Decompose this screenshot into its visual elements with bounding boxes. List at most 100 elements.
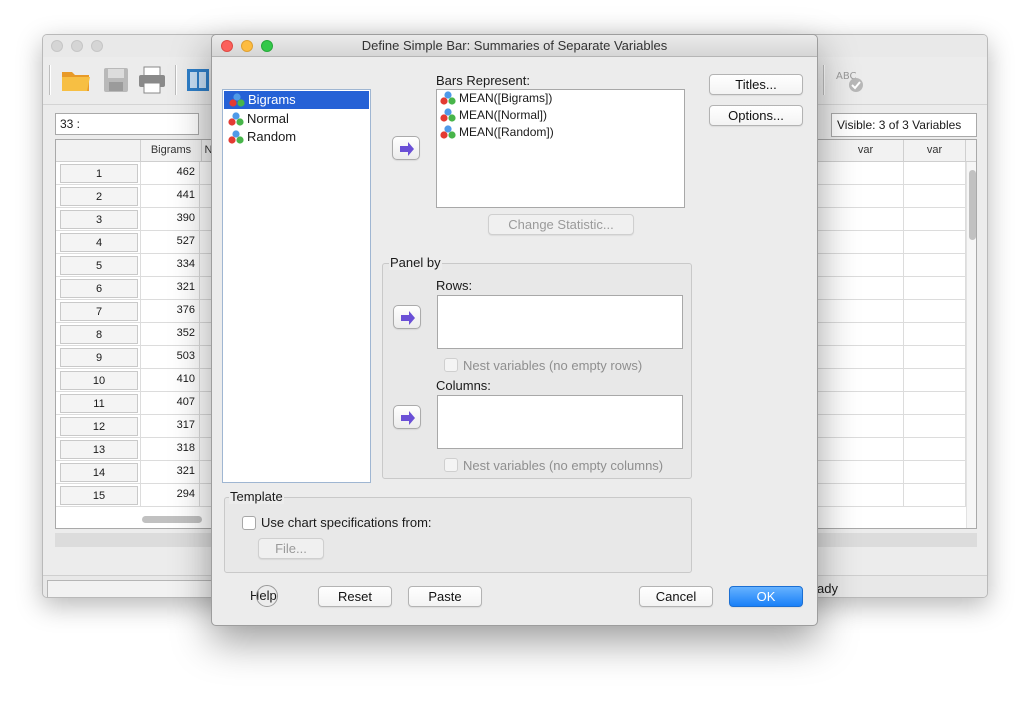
row-number[interactable]: 7 (60, 302, 138, 321)
data-cell[interactable] (904, 231, 966, 254)
row-number[interactable]: 6 (60, 279, 138, 298)
data-cell[interactable]: 318 (140, 438, 200, 461)
data-cell[interactable]: 321 (140, 461, 200, 484)
source-variable-list[interactable]: Bigrams Normal Random (222, 89, 371, 483)
row-number[interactable]: 14 (60, 463, 138, 482)
data-cell[interactable] (828, 208, 904, 231)
data-cell[interactable] (828, 415, 904, 438)
data-cell[interactable] (904, 185, 966, 208)
row-number[interactable]: 13 (60, 440, 138, 459)
row-number[interactable]: 2 (60, 187, 138, 206)
bars-item[interactable]: MEAN([Random]) (437, 124, 684, 141)
row-number[interactable]: 1 (60, 164, 138, 183)
data-cell[interactable]: 317 (140, 415, 200, 438)
cell-reference-field[interactable]: 33 : (55, 113, 199, 135)
data-cell[interactable] (828, 438, 904, 461)
row-number[interactable]: 4 (60, 233, 138, 252)
spell-check-icon[interactable]: ABC (833, 63, 867, 97)
row-number[interactable]: 12 (60, 417, 138, 436)
close-window-button[interactable] (51, 40, 63, 52)
data-cell[interactable] (828, 346, 904, 369)
paste-button[interactable]: Paste (408, 586, 482, 607)
vertical-scrollbar[interactable] (966, 162, 976, 528)
nest-columns-checkbox[interactable] (444, 458, 458, 472)
help-button[interactable]: Help (250, 585, 278, 607)
data-cell[interactable] (904, 208, 966, 231)
data-cell[interactable]: 410 (140, 369, 200, 392)
data-cell[interactable] (828, 162, 904, 185)
column-header-var[interactable]: var (828, 140, 904, 162)
data-cell[interactable] (828, 185, 904, 208)
data-cell[interactable] (904, 392, 966, 415)
ok-button[interactable]: OK (729, 586, 803, 607)
row-number[interactable]: 5 (60, 256, 138, 275)
scroll-thumb[interactable] (969, 170, 976, 240)
titles-button[interactable]: Titles... (709, 74, 803, 95)
dialog-close-button[interactable] (221, 40, 233, 52)
dialog-minimize-button[interactable] (241, 40, 253, 52)
variable-item-random[interactable]: Random (223, 128, 370, 146)
variable-item-bigrams[interactable]: Bigrams (224, 91, 369, 109)
columns-list[interactable] (437, 395, 683, 449)
row-number[interactable]: 15 (60, 486, 138, 505)
move-to-bars-button[interactable] (392, 136, 420, 160)
move-to-columns-button[interactable] (393, 405, 421, 429)
data-cell[interactable]: 441 (140, 185, 200, 208)
data-cell[interactable] (904, 346, 966, 369)
row-number[interactable]: 10 (60, 371, 138, 390)
row-number[interactable]: 9 (60, 348, 138, 367)
data-cell[interactable] (828, 300, 904, 323)
column-header-bigrams[interactable]: Bigrams (140, 140, 202, 162)
data-cell[interactable] (904, 461, 966, 484)
data-cell[interactable]: 407 (140, 392, 200, 415)
data-cell[interactable]: 334 (140, 254, 200, 277)
bars-item[interactable]: MEAN([Normal]) (437, 107, 684, 124)
data-cell[interactable]: 503 (140, 346, 200, 369)
data-cell[interactable] (828, 323, 904, 346)
row-number[interactable]: 11 (60, 394, 138, 413)
data-cell[interactable] (904, 438, 966, 461)
save-icon[interactable] (99, 63, 133, 97)
data-cell[interactable] (904, 369, 966, 392)
nest-rows-checkbox[interactable] (444, 358, 458, 372)
data-cell[interactable]: 390 (140, 208, 200, 231)
data-cell[interactable] (828, 254, 904, 277)
data-cell[interactable] (828, 392, 904, 415)
data-cell[interactable] (828, 369, 904, 392)
horizontal-scroll-thumb[interactable] (142, 516, 202, 523)
data-cell[interactable] (828, 461, 904, 484)
print-icon[interactable] (135, 63, 169, 97)
file-button[interactable]: File... (258, 538, 324, 559)
data-cell[interactable]: 352 (140, 323, 200, 346)
open-folder-icon[interactable] (59, 63, 93, 97)
data-cell[interactable]: 376 (140, 300, 200, 323)
data-cell[interactable] (904, 415, 966, 438)
data-cell[interactable]: 462 (140, 162, 200, 185)
dialog-zoom-button[interactable] (261, 40, 273, 52)
use-chart-spec-checkbox[interactable] (242, 516, 256, 530)
data-cell[interactable] (828, 484, 904, 507)
data-cell[interactable] (904, 277, 966, 300)
row-number[interactable]: 8 (60, 325, 138, 344)
variable-item-normal[interactable]: Normal (223, 110, 370, 128)
data-cell[interactable]: 294 (140, 484, 200, 507)
minimize-window-button[interactable] (71, 40, 83, 52)
move-to-rows-button[interactable] (393, 305, 421, 329)
change-statistic-button[interactable]: Change Statistic... (488, 214, 634, 235)
data-cell[interactable]: 321 (140, 277, 200, 300)
zoom-window-button[interactable] (91, 40, 103, 52)
data-cell[interactable] (904, 254, 966, 277)
column-header-var[interactable]: var (904, 140, 966, 162)
rows-list[interactable] (437, 295, 683, 349)
data-cell[interactable] (904, 323, 966, 346)
cancel-button[interactable]: Cancel (639, 586, 713, 607)
bars-item[interactable]: MEAN([Bigrams]) (437, 90, 684, 107)
data-cell[interactable] (904, 162, 966, 185)
bars-represent-list[interactable]: MEAN([Bigrams]) MEAN([Normal]) MEAN([Ran… (436, 89, 685, 208)
data-cell[interactable] (828, 277, 904, 300)
options-button[interactable]: Options... (709, 105, 803, 126)
data-cell[interactable]: 527 (140, 231, 200, 254)
data-cell[interactable] (904, 484, 966, 507)
data-cell[interactable] (904, 300, 966, 323)
reset-button[interactable]: Reset (318, 586, 392, 607)
